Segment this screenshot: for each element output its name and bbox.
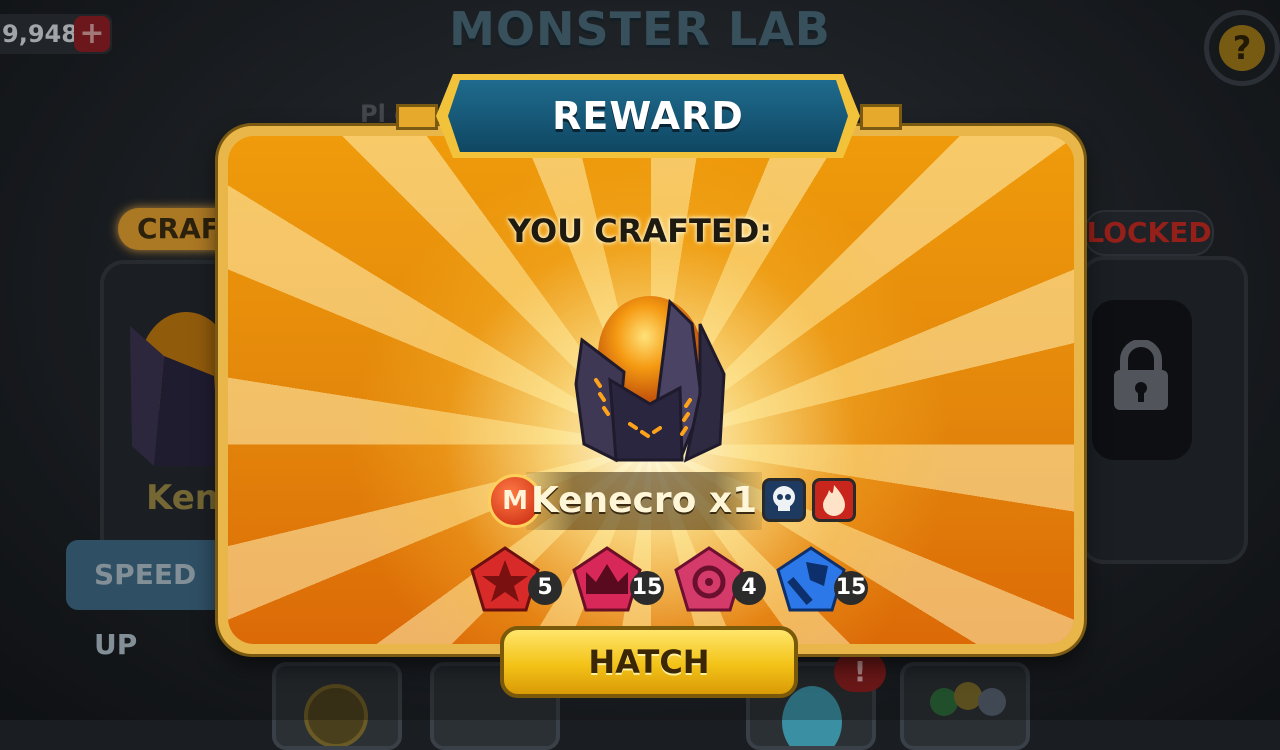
banner-wing-right [860, 104, 902, 130]
dialog-title: REWARD [552, 94, 744, 138]
banner-wing-left [396, 104, 438, 130]
kenecro-egg-icon [574, 296, 726, 463]
rune-count: 15 [630, 571, 664, 605]
rune-count: 4 [732, 571, 766, 605]
rune-count: 15 [834, 571, 868, 605]
reward-name: Kenecro x1 [530, 480, 758, 521]
hatch-button-label: HATCH [588, 643, 710, 681]
crafted-heading: YOU CRAFTED: [507, 212, 773, 250]
rune-count: 5 [528, 571, 562, 605]
fire-icon [812, 478, 856, 522]
dark-skull-icon [762, 478, 806, 522]
